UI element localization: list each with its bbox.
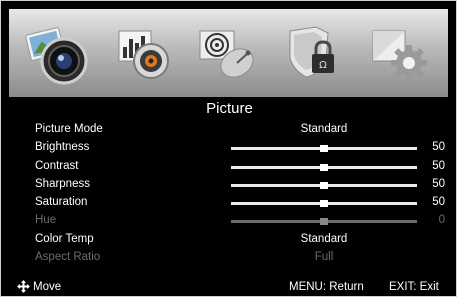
menu-tab-bar: Ω xyxy=(9,9,448,97)
setting-row-color-temp[interactable]: Color Temp Standard xyxy=(1,231,457,249)
settings-list: Picture Mode Standard Brightness 50 Contrast… xyxy=(1,121,457,267)
tab-picture[interactable] xyxy=(21,16,95,90)
osd-menu: Ω Picture Picture Mode Standard Brightne… xyxy=(0,0,457,297)
setting-label: Contrast xyxy=(35,159,79,172)
setting-value[interactable]: Standard xyxy=(231,123,417,135)
setting-row-hue: Hue 0 xyxy=(1,212,457,230)
slider-thumb[interactable] xyxy=(320,163,328,171)
slider-thumb[interactable] xyxy=(320,181,328,189)
setting-row-picture-mode[interactable]: Picture Mode Standard xyxy=(1,121,457,139)
menu-return-hint: MENU: Return xyxy=(289,281,364,293)
settings-gear-icon xyxy=(372,30,428,81)
brightness-slider[interactable] xyxy=(231,145,417,153)
four-way-arrow-icon xyxy=(17,280,30,293)
setting-row-aspect-ratio: Aspect Ratio Full xyxy=(1,249,457,267)
move-label: Move xyxy=(33,280,62,293)
setting-label: Aspect Ratio xyxy=(35,251,101,264)
move-hint: Move xyxy=(17,280,61,293)
footer-hints: Move MENU: Return EXIT: Exit xyxy=(1,280,457,296)
camera-lens-icon xyxy=(24,27,88,85)
tab-lock[interactable]: Ω xyxy=(277,16,351,90)
setting-label: Brightness xyxy=(35,141,90,154)
setting-value: 50 xyxy=(432,159,445,172)
satellite-dish-icon xyxy=(199,30,255,78)
slider-thumb[interactable] xyxy=(320,145,328,153)
tab-sound[interactable] xyxy=(106,16,180,90)
setting-row-saturation[interactable]: Saturation 50 xyxy=(1,194,457,212)
setting-row-brightness[interactable]: Brightness 50 xyxy=(1,139,457,157)
exit-hint: EXIT: Exit xyxy=(389,281,439,293)
setting-label: Hue xyxy=(35,214,57,227)
setting-value: 50 xyxy=(432,177,445,190)
setting-label: Sharpness xyxy=(35,177,90,190)
slider-thumb xyxy=(320,218,328,226)
setting-value: 50 xyxy=(432,141,445,154)
slider-thumb[interactable] xyxy=(320,200,328,208)
setting-label: Saturation xyxy=(35,196,88,209)
setting-value: 50 xyxy=(432,196,445,209)
tab-channel[interactable] xyxy=(191,16,265,90)
shield-lock-icon: Ω xyxy=(289,26,334,78)
setting-row-sharpness[interactable]: Sharpness 50 xyxy=(1,176,457,194)
saturation-slider[interactable] xyxy=(231,200,417,208)
setting-label: Color Temp xyxy=(35,232,94,245)
menu-title: Picture xyxy=(206,100,253,117)
hue-slider xyxy=(231,218,417,226)
sharpness-slider[interactable] xyxy=(231,181,417,189)
svg-text:Ω: Ω xyxy=(319,60,327,71)
setting-value: Full xyxy=(314,251,334,264)
tab-settings[interactable] xyxy=(362,16,436,90)
contrast-slider[interactable] xyxy=(231,163,417,171)
setting-row-contrast[interactable]: Contrast 50 xyxy=(1,158,457,176)
equalizer-speaker-icon xyxy=(118,30,170,79)
setting-label: Picture Mode xyxy=(35,123,103,135)
setting-value: 0 xyxy=(438,214,445,227)
setting-value[interactable]: Standard xyxy=(231,233,417,245)
